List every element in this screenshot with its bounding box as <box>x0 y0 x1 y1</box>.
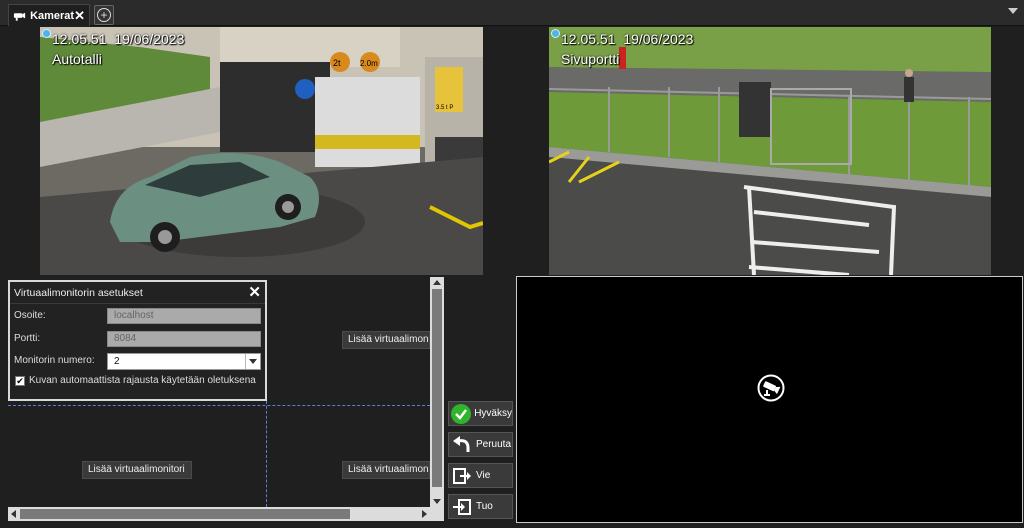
tab-label: Kamerat <box>30 9 75 22</box>
auto-crop-checkbox[interactable]: ✔ <box>15 376 25 386</box>
tab-close-icon[interactable]: ✕ <box>74 8 85 24</box>
scroll-right-icon[interactable] <box>422 510 427 518</box>
import-button[interactable]: Tuo <box>448 494 513 519</box>
status-indicator <box>42 29 51 38</box>
export-label: Vie <box>476 470 491 481</box>
cancel-label: Peruuta <box>476 439 512 450</box>
port-field[interactable]: 8084 <box>107 331 261 347</box>
parking-sign-label: 3.5 t P <box>436 105 453 111</box>
add-virtual-monitor-button[interactable]: Lisää virtuaalimonitori <box>82 461 192 479</box>
tab-menu-dropdown-icon[interactable] <box>1008 8 1018 14</box>
scroll-up-icon[interactable] <box>433 280 441 285</box>
port-label: Portti: <box>14 333 41 344</box>
monitor-number-label: Monitorin numero: <box>14 355 95 366</box>
scrollbar-thumb[interactable] <box>432 289 442 487</box>
scrollbar-thumb[interactable] <box>20 509 350 519</box>
tab-kamerat[interactable]: Kamerat ✕ <box>8 4 90 26</box>
horizontal-scrollbar[interactable] <box>8 507 430 521</box>
export-icon <box>451 465 473 487</box>
cancel-button[interactable]: Peruuta <box>448 432 513 457</box>
add-virtual-monitor-button[interactable]: Lisää virtuaalimonitori <box>342 331 430 349</box>
grid-divider-horizontal <box>8 405 430 406</box>
camera-feed-image: 2t 2.0m 3.5 t P <box>40 27 483 275</box>
export-button[interactable]: Vie <box>448 463 513 488</box>
scroll-left-icon[interactable] <box>11 510 16 518</box>
tab-bar: Kamerat ✕ + <box>0 0 1024 26</box>
camera-name: Sivuportti <box>561 51 620 67</box>
scroll-down-icon[interactable] <box>433 499 441 504</box>
close-icon[interactable]: ✕ <box>248 285 261 300</box>
camera-time: 12.05.51 <box>561 31 616 47</box>
status-indicator <box>551 29 560 38</box>
monitor-number-select[interactable]: 2 <box>107 353 261 370</box>
checkmark-icon <box>451 403 472 425</box>
auto-crop-label: Kuvan automaattista rajausta käytetään o… <box>29 375 256 386</box>
address-field[interactable]: localhost <box>107 308 261 324</box>
grid-divider-vertical <box>266 401 267 507</box>
monitor-number-value: 2 <box>114 356 120 367</box>
undo-icon <box>451 434 473 456</box>
vertical-scrollbar[interactable] <box>430 277 444 507</box>
weight-sign-label: 2t <box>333 58 341 68</box>
panel-title: Virtuaalimonitorin asetukset <box>14 286 143 299</box>
add-tab-button[interactable]: + <box>94 5 114 25</box>
plus-icon: + <box>97 8 111 22</box>
camera-time: 12.05.51 <box>52 31 107 47</box>
height-sign-label: 2.0m <box>360 59 378 68</box>
virtual-monitor-settings-panel: Virtuaalimonitorin asetukset ✕ Osoite: l… <box>8 280 267 401</box>
camera-view-sivuportti[interactable]: 12.05.51 19/06/2023 Sivuportti <box>549 27 991 275</box>
chevron-down-icon[interactable] <box>245 354 260 369</box>
scrollbar-corner <box>430 507 444 521</box>
add-virtual-monitor-button[interactable]: Lisää virtuaalimonitori <box>342 461 430 479</box>
import-label: Tuo <box>476 501 493 512</box>
accept-button[interactable]: Hyväksy <box>448 401 513 426</box>
camera-icon <box>13 12 26 21</box>
camera-name: Autotalli <box>52 51 102 67</box>
empty-monitor-view[interactable] <box>516 276 1023 523</box>
camera-date: 19/06/2023 <box>623 31 694 47</box>
camera-view-autotalli[interactable]: 2t 2.0m 3.5 t P 12.05.51 19/06/2023 Auto… <box>40 27 483 275</box>
import-icon <box>451 496 473 518</box>
camera-date: 19/06/2023 <box>114 31 185 47</box>
address-label: Osoite: <box>14 310 46 321</box>
accept-label: Hyväksy <box>474 408 512 419</box>
camera-icon <box>757 374 785 402</box>
